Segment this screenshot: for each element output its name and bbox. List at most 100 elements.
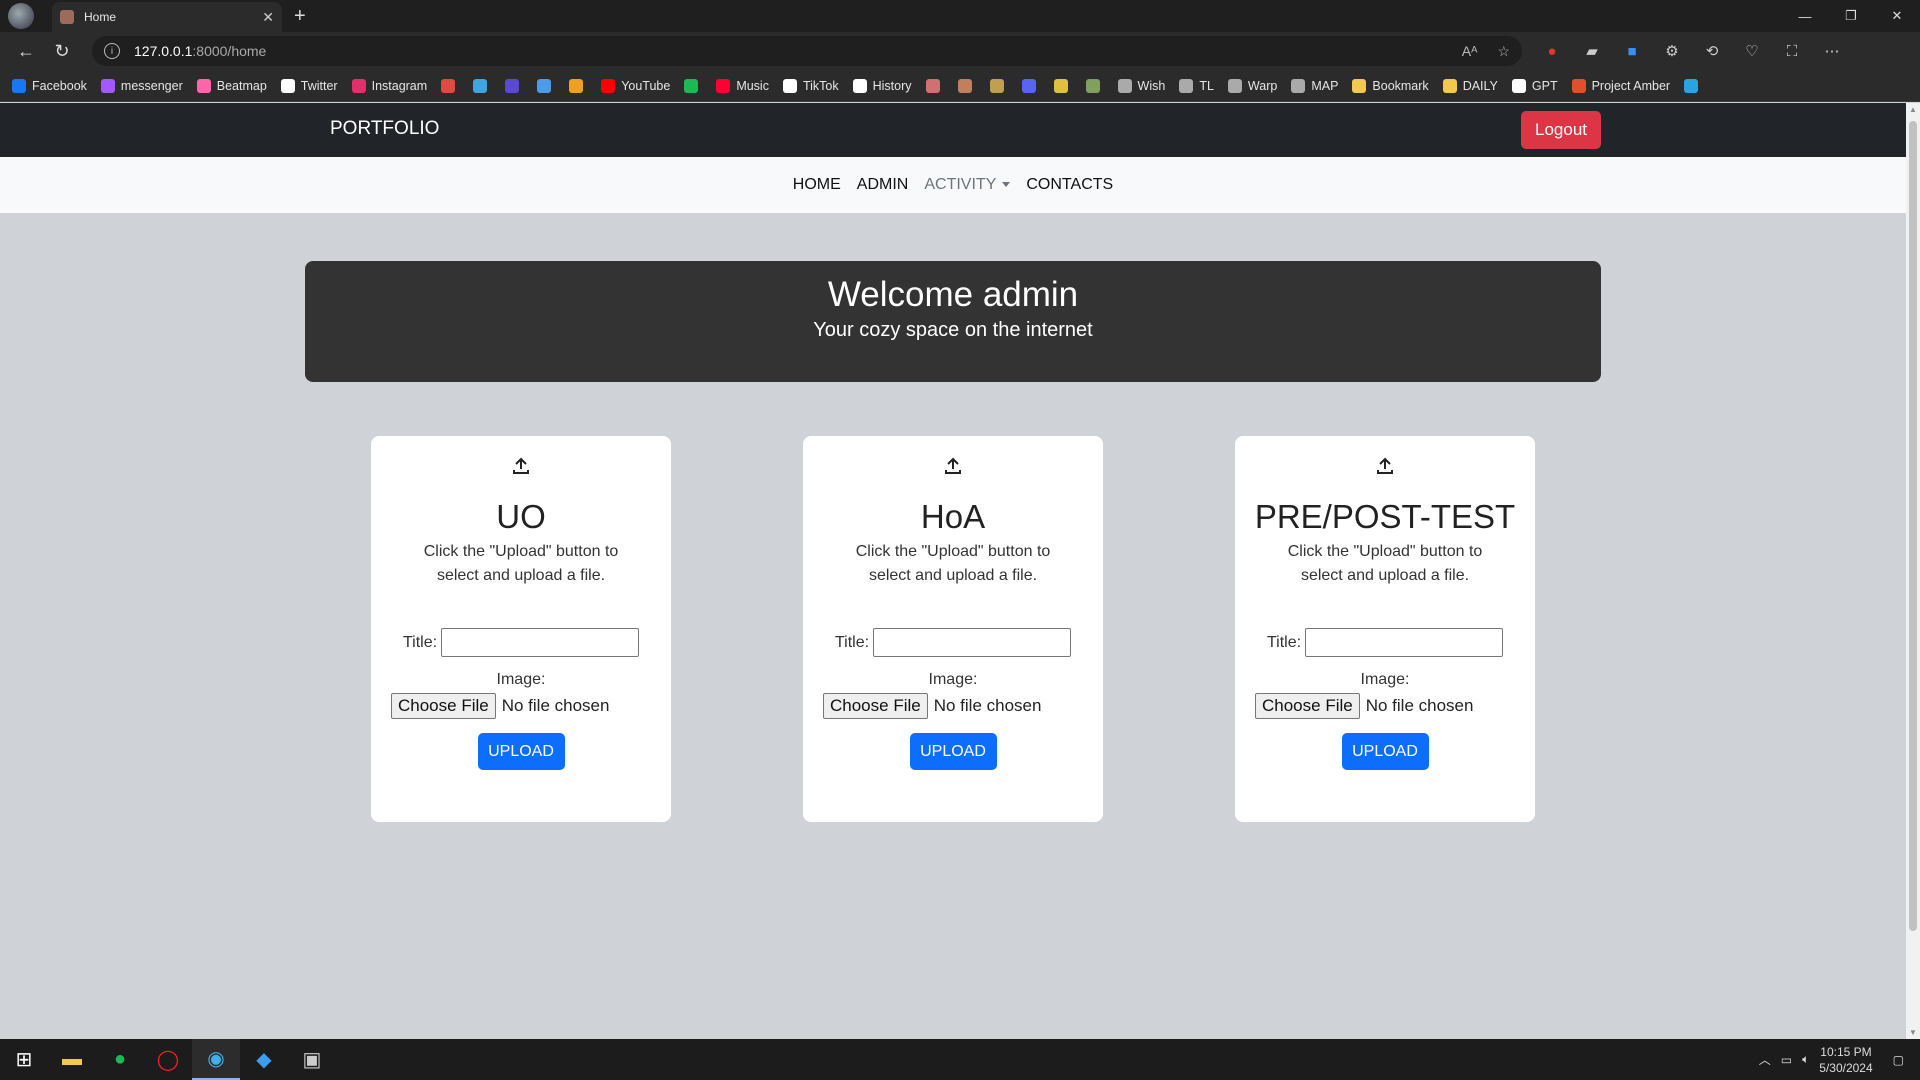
choose-file-button[interactable]: Choose File <box>391 693 496 719</box>
choose-file-button[interactable]: Choose File <box>823 693 928 719</box>
more-menu-icon[interactable]: ⋯ <box>1812 42 1852 60</box>
bookmark-label: Twitter <box>300 78 338 93</box>
bookmark-item[interactable] <box>1684 78 1704 93</box>
bookmark-item[interactable]: Beatmap <box>196 78 267 93</box>
bookmarks-bar: Facebook messenger Beatmap Twitter Instagram… <box>0 70 1920 102</box>
performance-icon[interactable]: ♡ <box>1732 42 1772 60</box>
choose-file-button[interactable]: Choose File <box>1255 693 1360 719</box>
extension-blue-icon[interactable]: ■ <box>1612 43 1652 60</box>
bookmark-item[interactable]: Wish <box>1117 78 1165 93</box>
browser-tab[interactable]: Home ✕ <box>52 2 282 32</box>
bookmark-item[interactable]: MAP <box>1291 78 1339 93</box>
bookmark-item[interactable] <box>473 78 493 93</box>
bookmark-item[interactable] <box>537 78 557 93</box>
profile-avatar[interactable] <box>8 3 34 29</box>
window-close-icon[interactable]: ✕ <box>1874 0 1920 32</box>
bookmark-item[interactable]: History <box>852 78 912 93</box>
bookmark-item[interactable]: messenger <box>100 78 183 93</box>
logout-button[interactable]: Logout <box>1521 111 1601 149</box>
site-info-icon[interactable]: i <box>104 43 120 59</box>
upload-card-hoa: HoA Click the "Upload" button to select … <box>803 436 1103 822</box>
bookmark-favicon-icon <box>569 78 584 93</box>
bookmark-item[interactable]: Music <box>716 78 769 93</box>
upload-button[interactable]: UPLOAD <box>909 733 997 770</box>
back-icon[interactable]: ← <box>8 36 44 66</box>
bookmark-favicon-icon <box>925 78 940 93</box>
bookmark-item[interactable] <box>684 78 704 93</box>
tray-chevron-icon[interactable]: ︿ <box>1759 1051 1771 1068</box>
notifications-icon[interactable]: ▢ <box>1893 1053 1904 1067</box>
opera-icon[interactable]: ◯ <box>144 1039 192 1080</box>
bookmark-item[interactable] <box>1021 78 1042 93</box>
bookmark-label: YouTube <box>621 78 671 93</box>
chevron-down-icon <box>1002 182 1011 188</box>
title-input[interactable] <box>873 628 1072 657</box>
history-icon[interactable]: ⟲ <box>1692 42 1732 60</box>
network-icon[interactable]: ▭ <box>1781 1053 1792 1067</box>
windows-start-icon[interactable]: ⊞ <box>0 1039 48 1080</box>
bookmark-item[interactable]: YouTube <box>601 78 671 93</box>
bookmark-item[interactable]: GPT <box>1511 78 1558 93</box>
brand-link[interactable]: PORTFOLIO <box>330 118 439 140</box>
restore-icon[interactable]: ❐ <box>1828 0 1874 32</box>
scroll-up-icon[interactable]: ▲ <box>1909 105 1917 114</box>
upload-button[interactable]: UPLOAD <box>477 733 565 770</box>
bookmark-item[interactable]: DAILY <box>1442 78 1498 93</box>
bookmark-item[interactable] <box>1053 78 1074 93</box>
bookmark-favicon-icon <box>1117 78 1132 93</box>
bookmark-favicon-icon <box>601 78 616 93</box>
bookmark-item[interactable] <box>569 78 589 93</box>
read-aloud-icon[interactable]: Aᴬ <box>1462 43 1478 59</box>
bookmark-item[interactable] <box>925 78 946 93</box>
bookmark-item[interactable] <box>441 78 461 93</box>
bookmark-item[interactable]: Facebook <box>12 78 87 93</box>
refresh-icon[interactable]: ↻ <box>44 36 80 66</box>
menu-admin[interactable]: ADMIN <box>857 176 909 194</box>
minimize-icon[interactable]: — <box>1782 0 1828 32</box>
bookmark-label: GPT <box>1531 78 1558 93</box>
terminal-icon[interactable]: ▣ <box>288 1039 336 1080</box>
menu-activity-dropdown[interactable]: ACTIVITY <box>924 176 1011 194</box>
scroll-down-icon[interactable]: ▼ <box>1909 1028 1917 1037</box>
page-scrollbar[interactable]: ▲ ▼ <box>1906 103 1920 1039</box>
menu-contacts[interactable]: CONTACTS <box>1026 176 1113 194</box>
bookmark-favicon-icon <box>1021 78 1036 93</box>
favorite-star-icon[interactable]: ☆ <box>1497 43 1510 60</box>
bookmark-label: MAP <box>1311 78 1339 93</box>
extension-icon[interactable]: ▰ <box>1572 42 1612 60</box>
edge-icon[interactable]: ◉ <box>192 1039 240 1080</box>
bookmark-item[interactable]: Twitter <box>280 78 338 93</box>
bookmark-item[interactable] <box>1085 78 1106 93</box>
bookmark-item[interactable] <box>957 78 978 93</box>
title-input[interactable] <box>1305 628 1504 657</box>
address-bar[interactable]: i 127.0.0.1 :8000/home Aᴬ ☆ <box>92 36 1522 66</box>
new-tab-button[interactable]: + <box>294 5 306 28</box>
main-menu: HOME ADMIN ACTIVITY CONTACTS <box>0 157 1906 213</box>
upload-button[interactable]: UPLOAD <box>1341 733 1429 770</box>
bookmark-item[interactable]: Bookmark <box>1352 78 1429 93</box>
bookmark-favicon-icon <box>1352 78 1367 93</box>
bookmark-item[interactable]: Project Amber <box>1571 78 1670 93</box>
url-path: :8000/home <box>192 43 267 59</box>
menu-home[interactable]: HOME <box>793 176 841 194</box>
scrollbar-thumb[interactable] <box>1909 121 1917 931</box>
bookmark-item[interactable]: TikTok <box>782 78 839 93</box>
bookmark-item[interactable]: TL <box>1179 78 1214 93</box>
screenshot-icon[interactable]: ⛶ <box>1772 43 1812 60</box>
bookmark-item[interactable]: Instagram <box>351 78 427 93</box>
bookmark-item[interactable] <box>505 78 525 93</box>
ublock-icon[interactable]: ● <box>1532 43 1572 60</box>
windows-taskbar: ⊞ ▬ ● ◯ ◉ ◆ ▣ ︿ ▭ 🔈︎ 10:15 PM 5/30/2024 … <box>0 1039 1920 1080</box>
spotify-icon[interactable]: ● <box>96 1039 144 1080</box>
bookmark-item[interactable] <box>989 78 1010 93</box>
bookmark-item[interactable]: Warp <box>1227 78 1277 93</box>
extensions-puzzle-icon[interactable]: ⚙ <box>1652 42 1692 60</box>
close-tab-icon[interactable]: ✕ <box>262 9 274 26</box>
card-description: Click the "Upload" button to select and … <box>855 543 1051 584</box>
volume-icon[interactable]: 🔈︎ <box>1802 1052 1809 1067</box>
upload-icon <box>1235 456 1535 478</box>
vscode-icon[interactable]: ◆ <box>240 1039 288 1080</box>
file-explorer-icon[interactable]: ▬ <box>48 1039 96 1080</box>
system-clock[interactable]: 10:15 PM 5/30/2024 <box>1819 1044 1872 1076</box>
title-input[interactable] <box>441 628 640 657</box>
